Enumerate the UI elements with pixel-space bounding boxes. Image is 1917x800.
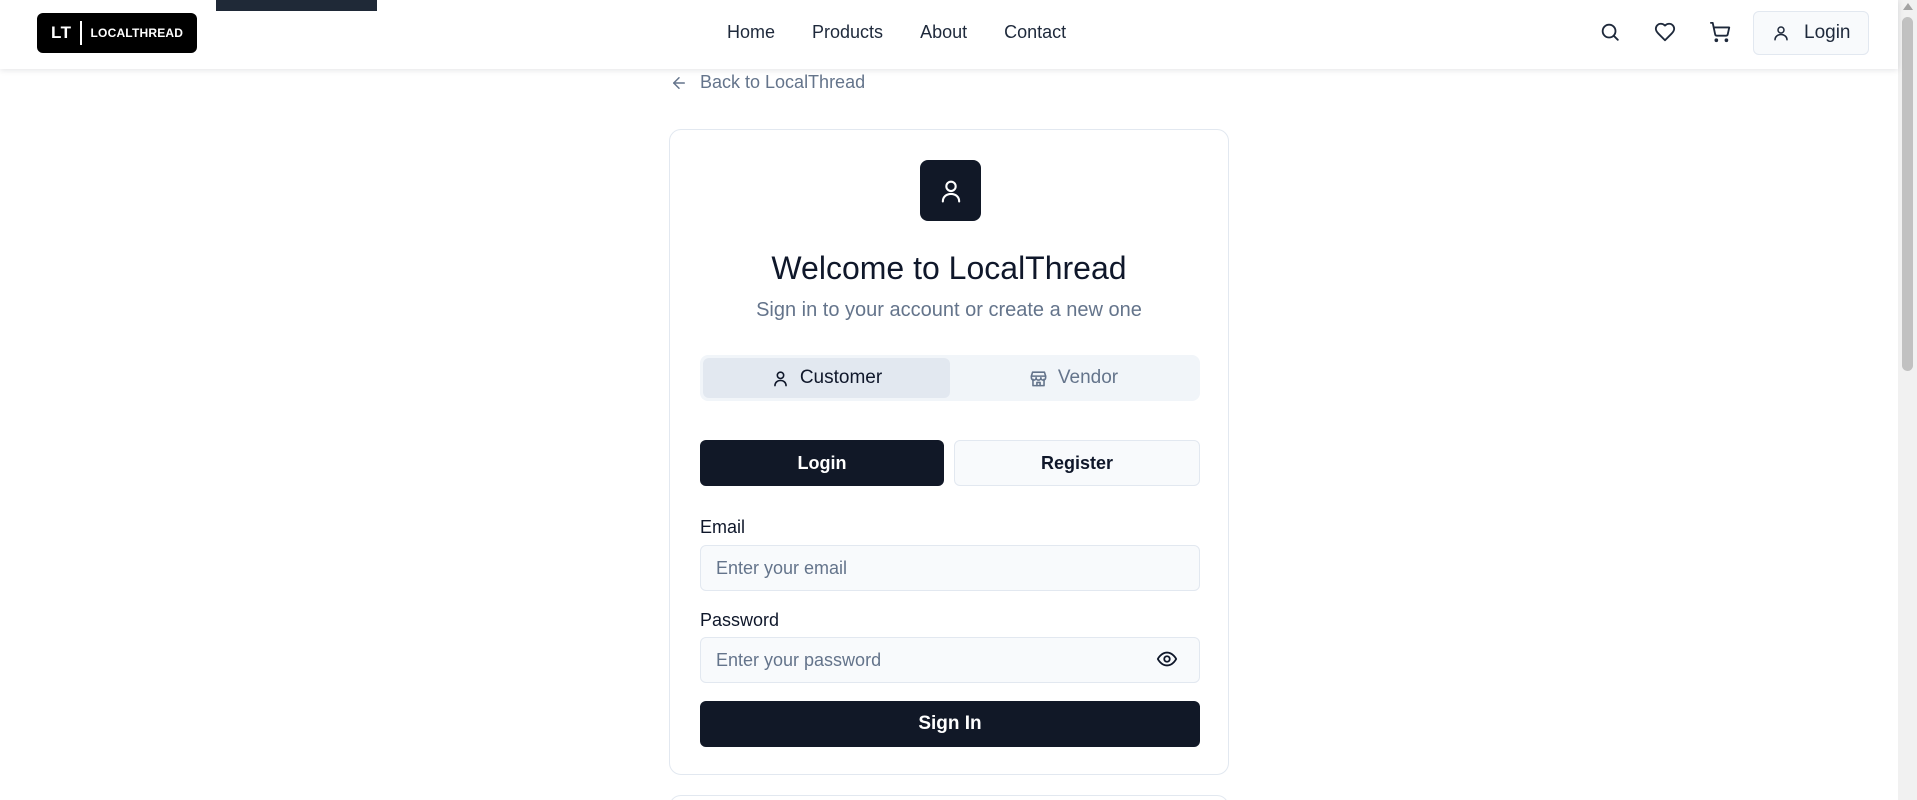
logo-mark: LT: [51, 23, 72, 42]
register-tab-button[interactable]: Register: [954, 440, 1200, 486]
nav-products[interactable]: Products: [812, 22, 883, 43]
nav-home[interactable]: Home: [727, 22, 775, 43]
page-subtitle: Sign in to your account or create a new …: [756, 299, 1142, 321]
search-icon[interactable]: [1599, 21, 1623, 45]
arrow-left-icon: [673, 76, 685, 89]
password-label: Password: [700, 610, 780, 630]
user-icon: [1774, 26, 1788, 41]
secondary-card: [669, 795, 1229, 800]
page-title: Welcome to LocalThread: [771, 250, 1127, 286]
role-vendor-tab[interactable]: Vendor: [950, 358, 1197, 398]
role-vendor-label: Vendor: [1057, 367, 1119, 388]
back-link[interactable]: Back to LocalThread: [670, 72, 865, 93]
cart-icon[interactable]: [1709, 21, 1733, 45]
top-navbar: LT LOCALTHREAD Home Products About Conta…: [0, 0, 1898, 69]
scroll-up-arrow-icon[interactable]: [1903, 3, 1913, 10]
role-customer-tab[interactable]: Customer: [703, 358, 950, 398]
logo-divider: [79, 21, 82, 45]
role-toggle: Customer Vendor: [700, 355, 1200, 401]
dark-strip: [216, 0, 377, 11]
avatar: [920, 160, 981, 221]
email-field[interactable]: [700, 545, 1200, 591]
header-login-button[interactable]: Login: [1753, 11, 1869, 55]
scroll-thumb[interactable]: [1902, 17, 1913, 371]
eye-icon[interactable]: [1156, 648, 1178, 670]
password-field[interactable]: [700, 637, 1200, 683]
auth-card: Welcome to LocalThread Sign in to your a…: [669, 129, 1229, 775]
nav-contact[interactable]: Contact: [1004, 22, 1066, 43]
user-icon: [941, 180, 960, 203]
brand-logo[interactable]: LT LOCALTHREAD: [37, 13, 197, 53]
header-login-label: Login: [1804, 22, 1851, 43]
store-icon: [1030, 370, 1047, 386]
logo-name: LOCALTHREAD: [90, 26, 184, 40]
nav-about[interactable]: About: [920, 22, 967, 43]
sign-in-button[interactable]: Sign In: [700, 701, 1200, 747]
role-customer-label: Customer: [799, 367, 883, 388]
heart-icon[interactable]: [1654, 21, 1678, 45]
email-label: Email: [700, 517, 746, 537]
back-link-label: Back to LocalThread: [700, 72, 866, 92]
page-scrollbar[interactable]: [1898, 0, 1917, 800]
main-nav: Home Products About Contact: [727, 22, 1103, 43]
user-icon: [773, 370, 787, 386]
login-tab-button[interactable]: Login: [700, 440, 944, 486]
